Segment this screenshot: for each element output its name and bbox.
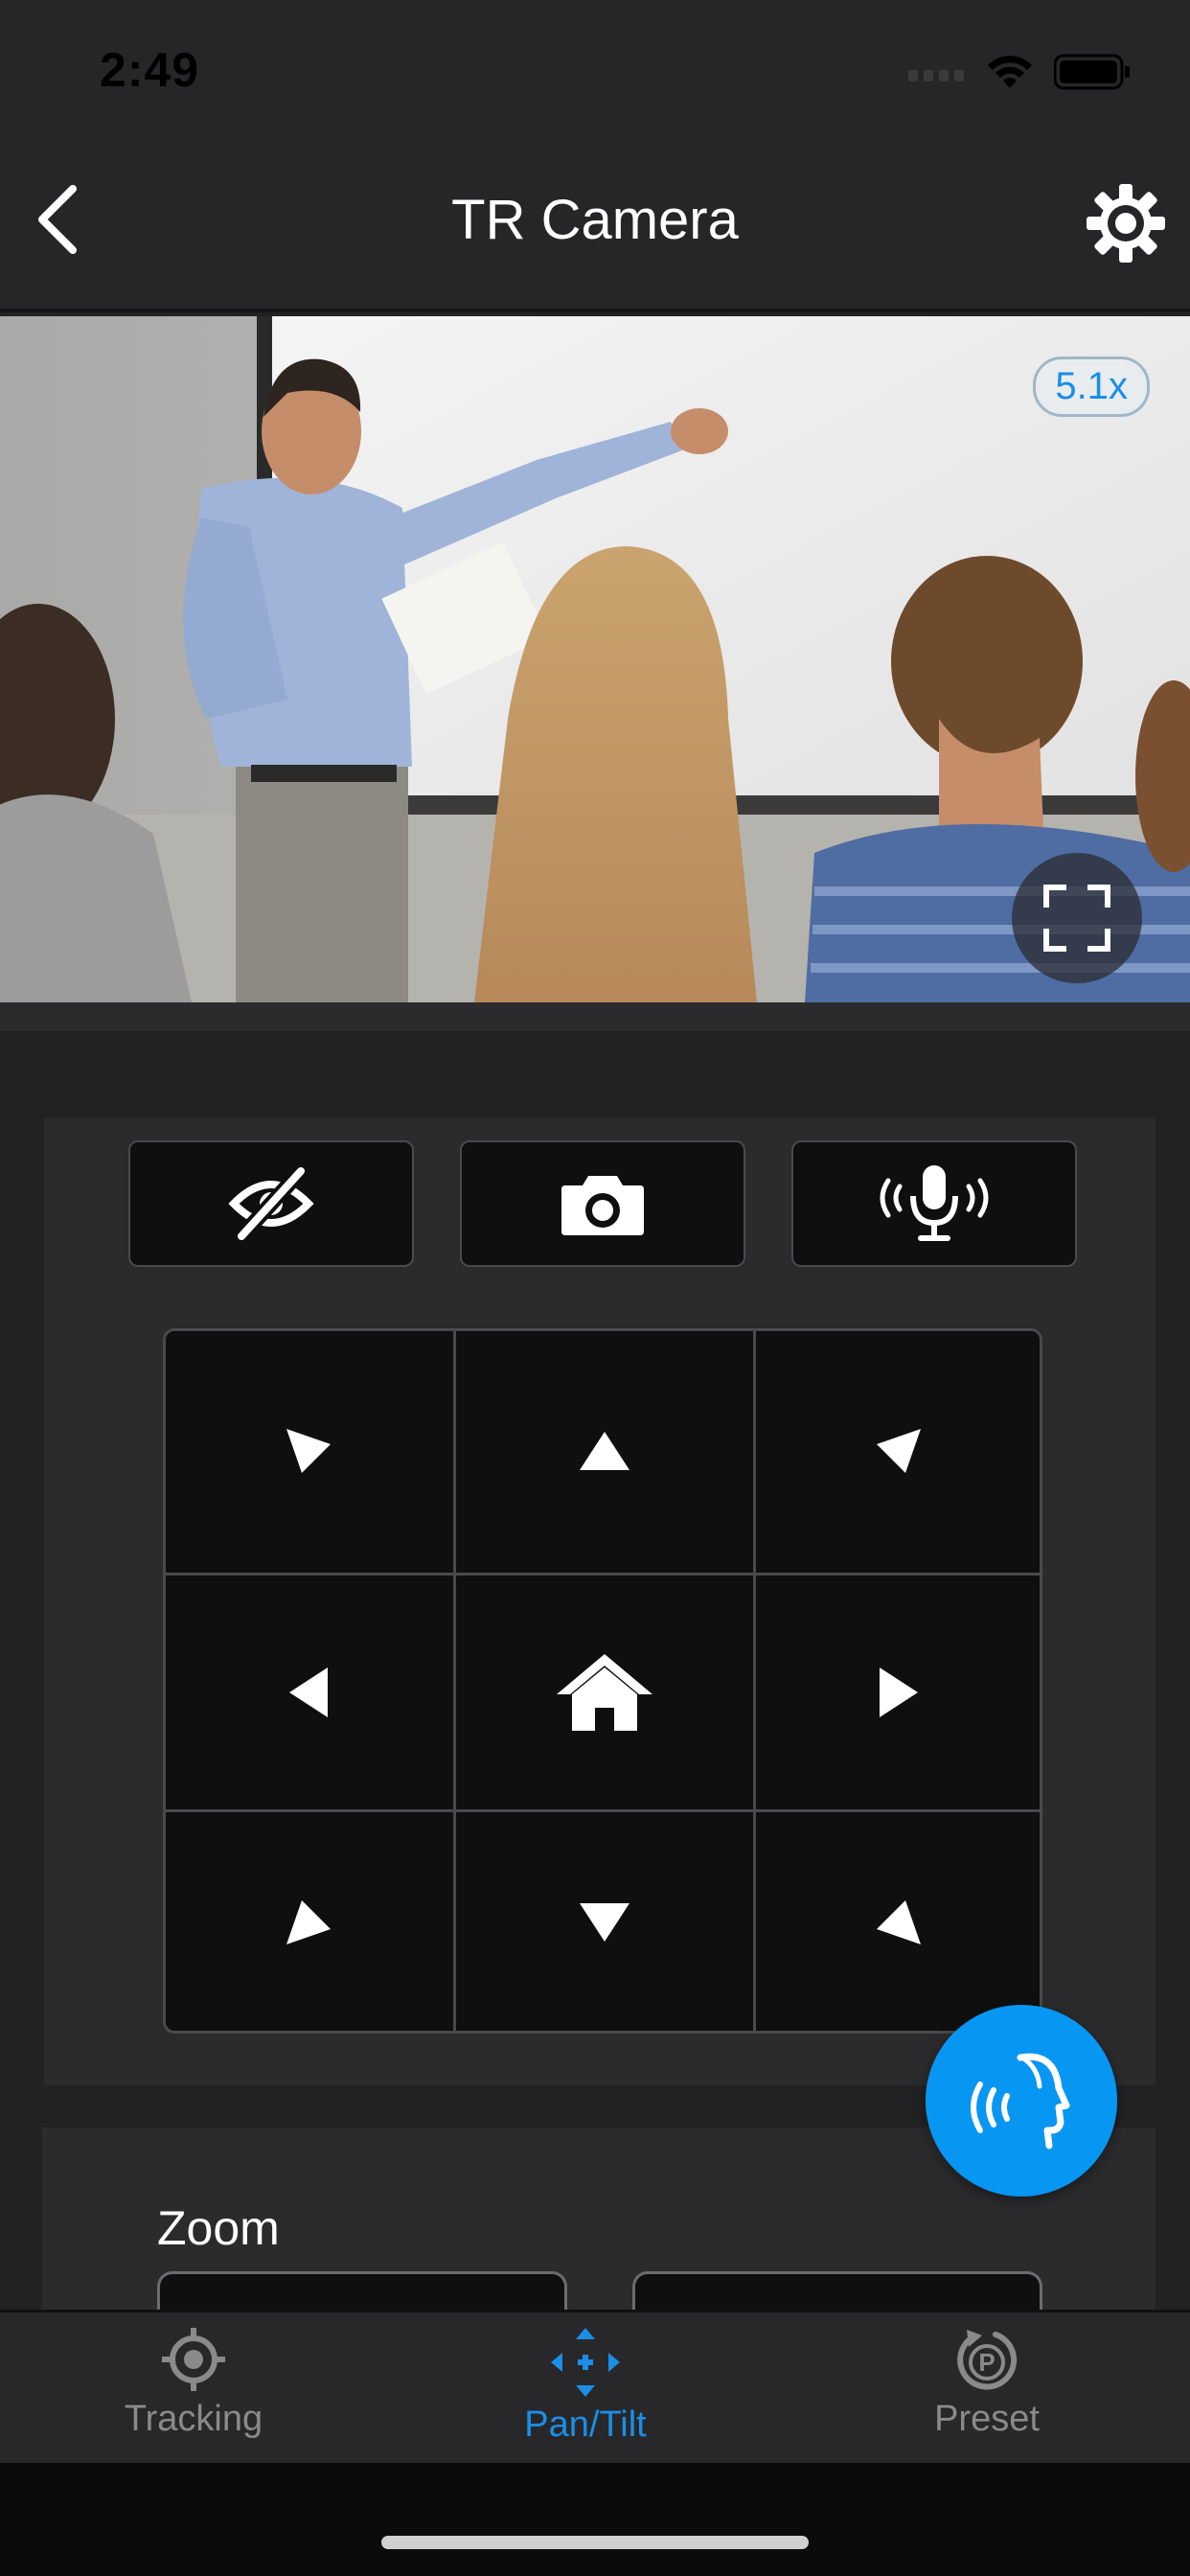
- arrow-down-left-icon: [286, 1900, 331, 1944]
- pan-down-right-button[interactable]: [756, 1812, 1040, 2031]
- settings-button[interactable]: [1083, 180, 1169, 266]
- battery-icon: [1054, 54, 1130, 90]
- quick-actions-row: [128, 1140, 1077, 1267]
- fullscreen-icon: [1043, 885, 1110, 952]
- tab-pan-tilt[interactable]: Pan/Tilt: [442, 2326, 729, 2446]
- pan-right-button[interactable]: [756, 1576, 1040, 1809]
- tab-preset-label: Preset: [934, 2399, 1040, 2439]
- zoom-level-badge: 5.1x: [1033, 356, 1150, 417]
- tab-preset[interactable]: P Preset: [843, 2326, 1131, 2440]
- arrow-down-right-icon: [877, 1900, 921, 1944]
- page-title: TR Camera: [451, 189, 739, 251]
- gear-icon: [1087, 184, 1165, 263]
- arrow-left-icon: [289, 1668, 328, 1717]
- home-position-button[interactable]: [456, 1576, 753, 1809]
- camera-icon: [561, 1176, 644, 1235]
- tilt-up-button[interactable]: [456, 1331, 753, 1573]
- camera-preview[interactable]: 5.1x: [0, 316, 1190, 1002]
- target-icon: [162, 2328, 225, 2391]
- home-indicator[interactable]: [381, 2536, 809, 2549]
- status-bar: 2:49: [0, 0, 1190, 144]
- arrow-up-right-icon: [877, 1429, 921, 1473]
- nav-bar: TR Camera: [0, 144, 1190, 312]
- arrow-right-icon: [880, 1668, 918, 1717]
- fullscreen-button[interactable]: [1012, 853, 1142, 983]
- classroom-video-frame: [0, 316, 1190, 1002]
- tilt-down-button[interactable]: [456, 1812, 753, 2031]
- tab-pan-tilt-label: Pan/Tilt: [524, 2404, 647, 2445]
- pan-tilt-dpad: [163, 1328, 1042, 2034]
- voice-control-button[interactable]: [926, 2005, 1117, 2196]
- zoom-label: Zoom: [157, 2201, 280, 2255]
- tab-bar: Tracking Pan/Tilt P Preset: [0, 2310, 1190, 2463]
- privacy-toggle-button[interactable]: [128, 1140, 414, 1267]
- pan-up-left-button[interactable]: [166, 1331, 453, 1573]
- home-icon: [557, 1654, 652, 1731]
- voice-command-icon: [971, 2053, 1070, 2150]
- status-icons: [908, 54, 1131, 90]
- audio-button[interactable]: [791, 1140, 1077, 1267]
- signal-icon: [908, 70, 964, 81]
- arrow-up-icon: [580, 1432, 629, 1470]
- snapshot-button[interactable]: [460, 1140, 745, 1267]
- svg-text:P: P: [978, 2348, 995, 2377]
- home-indicator-area: [0, 2463, 1190, 2576]
- move-arrows-icon: [551, 2328, 620, 2397]
- pan-down-left-button[interactable]: [166, 1812, 453, 2031]
- wifi-icon: [988, 56, 1032, 88]
- divider: [0, 1002, 1190, 1031]
- microphone-waves-icon: [880, 1165, 989, 1241]
- tab-tracking-label: Tracking: [124, 2399, 263, 2439]
- status-time: 2:49: [100, 43, 200, 97]
- pan-left-button[interactable]: [166, 1576, 453, 1809]
- arrow-down-icon: [580, 1903, 629, 1942]
- preset-p-icon: P: [957, 2330, 1018, 2390]
- pan-up-right-button[interactable]: [756, 1331, 1040, 1573]
- tab-tracking[interactable]: Tracking: [50, 2326, 337, 2440]
- control-panel: [44, 1117, 1156, 2085]
- arrow-up-left-icon: [286, 1429, 331, 1473]
- eye-slash-icon: [228, 1165, 314, 1242]
